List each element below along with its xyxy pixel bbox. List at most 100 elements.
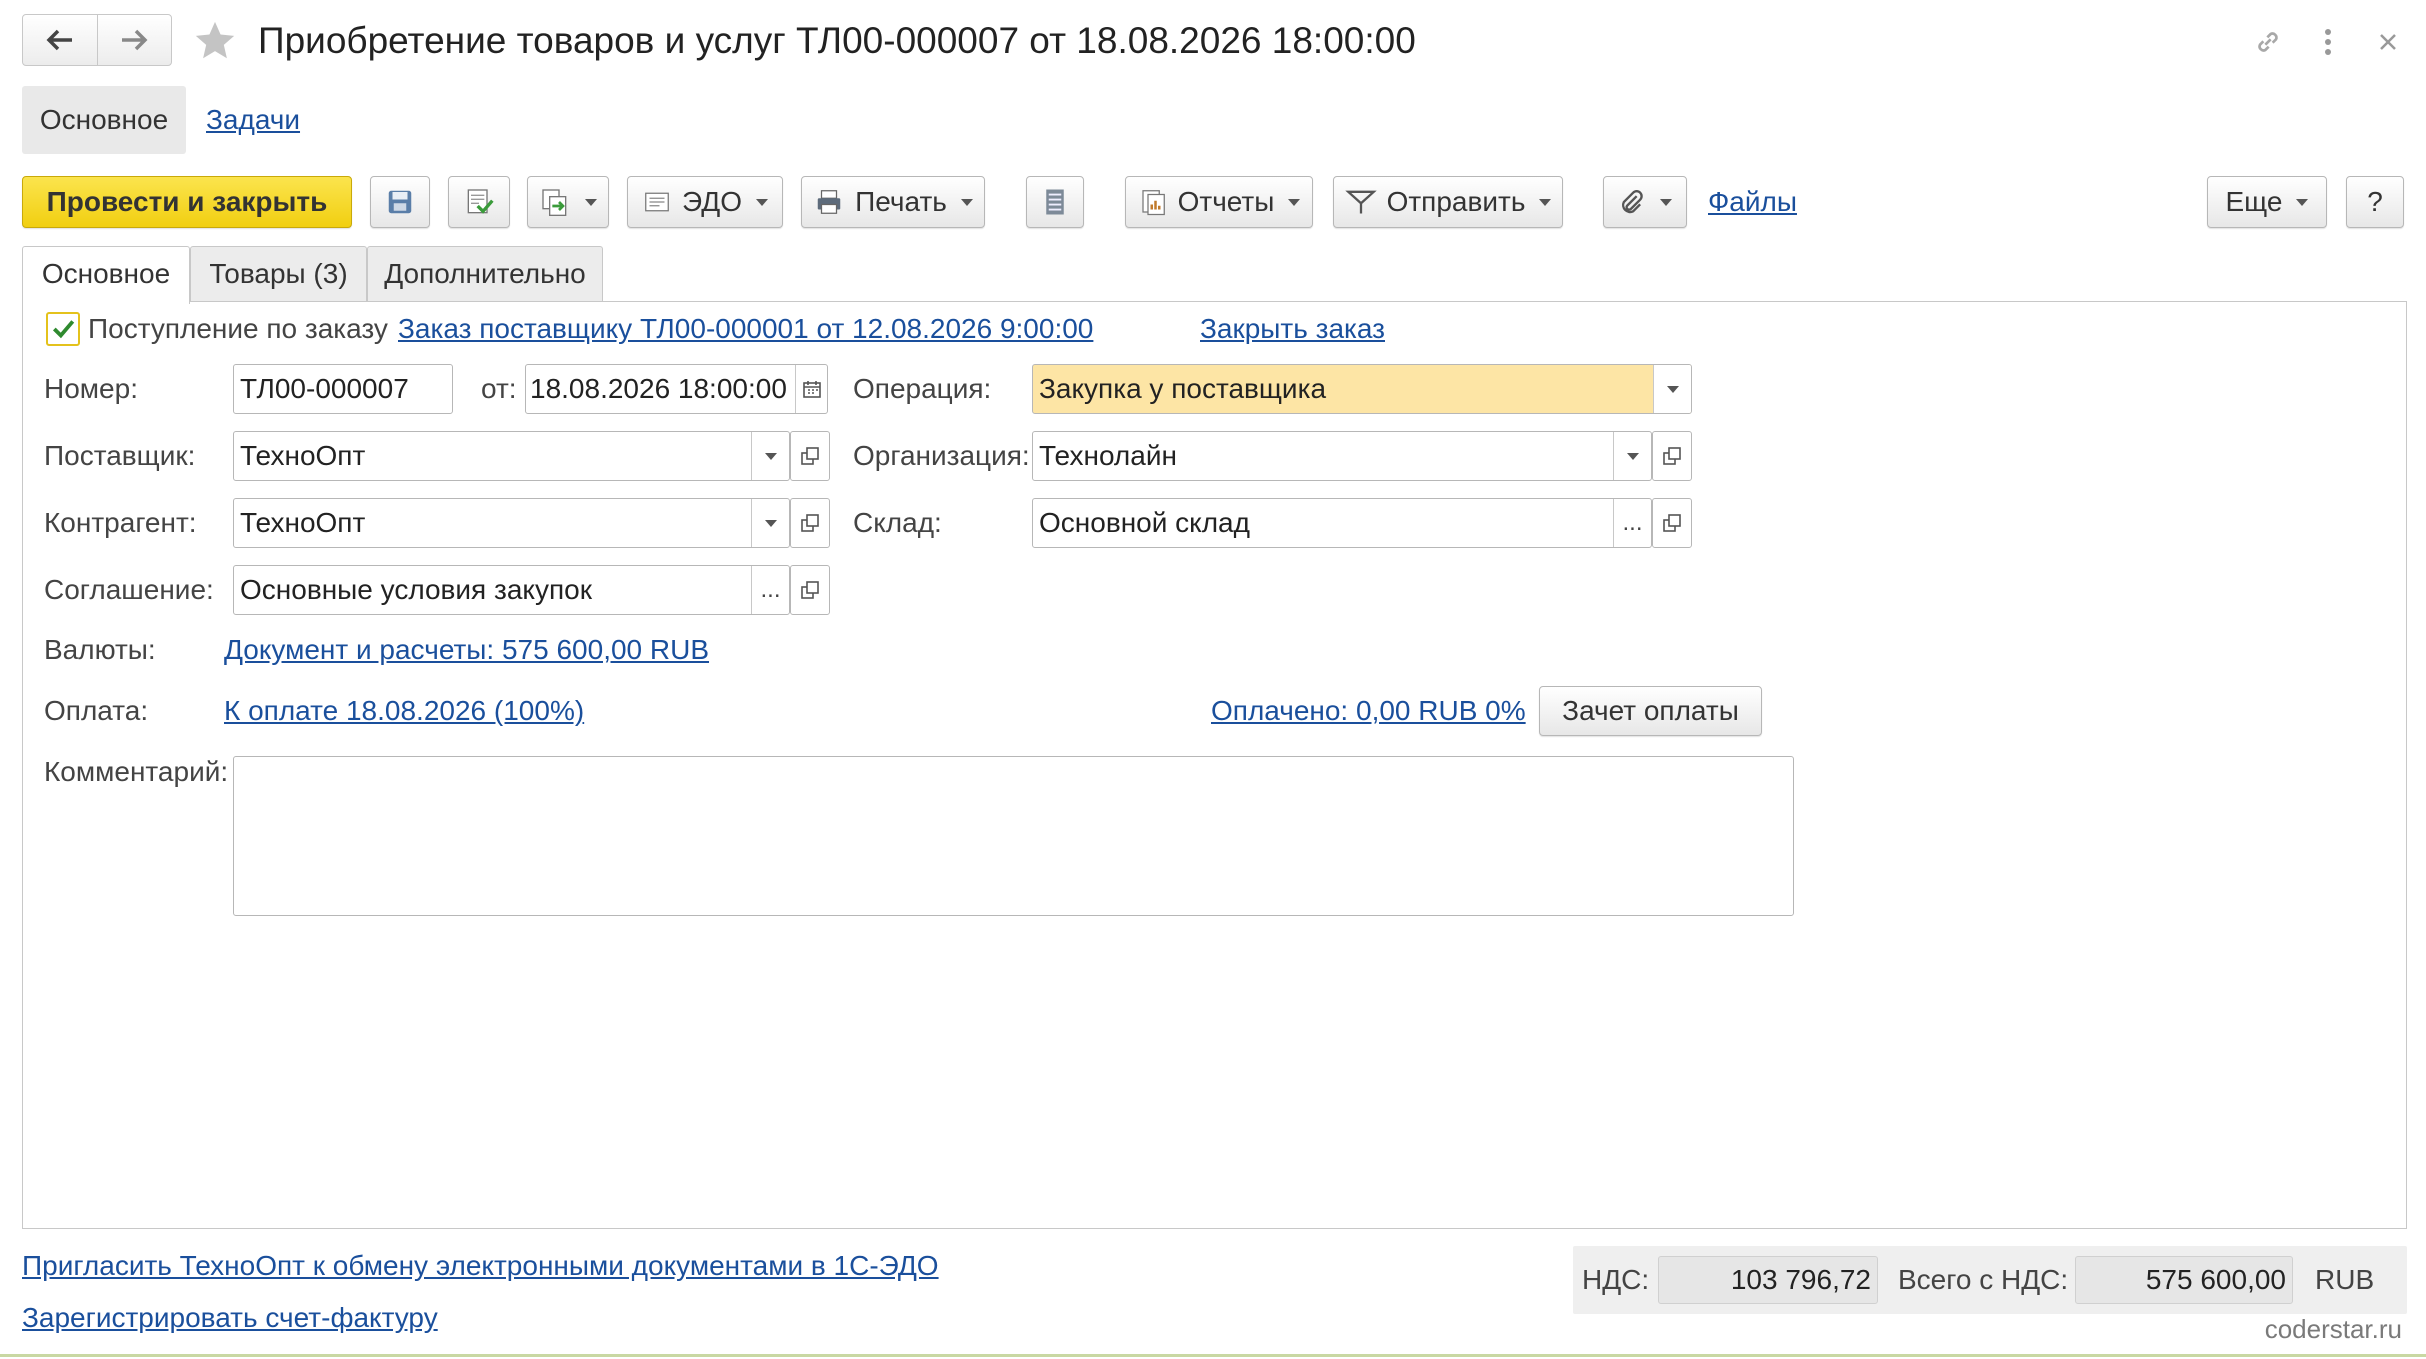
forward-arrow-icon (122, 29, 148, 51)
send-icon (1344, 190, 1377, 214)
close-order-link[interactable]: Закрыть заказ (1200, 312, 1385, 346)
supplier-field[interactable]: ТехноОпт (233, 431, 790, 481)
link-button[interactable] (2248, 22, 2288, 62)
operation-field[interactable]: Закупка у поставщика (1032, 364, 1692, 414)
comment-label: Комментарий: (44, 756, 229, 787)
send-label: Отправить (1386, 186, 1526, 217)
close-button[interactable] (2368, 22, 2408, 62)
dropdown-caret-icon (1539, 198, 1552, 206)
files-link[interactable]: Файлы (1708, 176, 1797, 228)
back-arrow-icon (46, 29, 72, 51)
supplier-order-link[interactable]: Заказ поставщику ТЛ00-000001 от 12.08.20… (398, 312, 1093, 346)
tab-main[interactable]: Основное (22, 246, 190, 304)
payment-link[interactable]: К оплате 18.08.2026 (100%) (224, 691, 584, 731)
currency-link[interactable]: Документ и расчеты: 575 600,00 RUB (224, 630, 709, 670)
supplier-label: Поставщик: (44, 440, 196, 471)
more-vertical-button[interactable] (2308, 22, 2348, 62)
section-main[interactable]: Основное (22, 86, 186, 154)
by-order-checkbox[interactable] (46, 312, 80, 346)
total-value: 575 600,00 (2075, 1256, 2293, 1304)
checkmark-icon (52, 320, 75, 339)
agreement-field[interactable]: Основные условия закупок ... (233, 565, 790, 615)
printer-icon (817, 190, 841, 214)
more-button[interactable]: Еще (2207, 176, 2327, 228)
register-invoice-link[interactable]: Зарегистрировать счет-фактуру (22, 1298, 438, 1338)
operation-dropdown-button[interactable] (1653, 365, 1691, 413)
warehouse-select-button[interactable]: ... (1613, 499, 1651, 547)
number-field[interactable]: ТЛ00-000007 (233, 364, 453, 414)
post-and-close-button[interactable]: Провести и закрыть (22, 176, 352, 228)
total-currency: RUB (2315, 1264, 2375, 1295)
organization-value: Технолайн (1039, 440, 1177, 471)
edo-icon (645, 192, 669, 212)
history-nav (22, 14, 172, 66)
supplier-dropdown-button[interactable] (751, 432, 789, 480)
paid-link[interactable]: Оплачено: 0,00 RUB 0% (1211, 691, 1526, 731)
supplier-value: ТехноОпт (240, 440, 366, 471)
organization-open-button[interactable] (1652, 431, 1692, 481)
close-icon (2380, 34, 2396, 50)
vat-value: 103 796,72 (1658, 1256, 1878, 1304)
operation-label: Операция: (853, 373, 992, 404)
create-based-on-button[interactable] (527, 176, 609, 228)
send-button[interactable]: Отправить (1333, 176, 1563, 228)
window-title: Приобретение товаров и услуг ТЛ00-000007… (258, 20, 1416, 61)
tab-additional[interactable]: Дополнительно (367, 246, 603, 302)
save-icon (388, 190, 412, 214)
agreement-open-button[interactable] (790, 565, 830, 615)
counterparty-open-button[interactable] (790, 498, 830, 548)
attachments-button[interactable] (1603, 176, 1687, 228)
edo-button[interactable]: ЭДО (627, 176, 783, 228)
agreement-select-button[interactable]: ... (751, 566, 789, 614)
warehouse-value: Основной склад (1039, 507, 1250, 538)
counterparty-label: Контрагент: (44, 507, 197, 538)
reports-button[interactable]: Отчеты (1125, 176, 1313, 228)
help-button[interactable]: ? (2346, 176, 2404, 228)
chevron-down-icon (1626, 452, 1639, 460)
warehouse-field[interactable]: Основной склад ... (1032, 498, 1652, 548)
journal-icon (1046, 189, 1064, 215)
dropdown-caret-icon (1288, 198, 1301, 206)
open-icon (1663, 447, 1681, 465)
number-value: ТЛ00-000007 (240, 373, 409, 404)
print-button[interactable]: Печать (801, 176, 985, 228)
back-button[interactable] (23, 15, 97, 65)
star-icon (195, 21, 235, 59)
open-icon (801, 447, 819, 465)
comment-textarea[interactable] (233, 756, 1794, 916)
reports-icon (1141, 190, 1165, 216)
forward-button[interactable] (96, 15, 172, 65)
invite-edo-link[interactable]: Пригласить ТехноОпт к обмену электронным… (22, 1246, 939, 1286)
counterparty-dropdown-button[interactable] (751, 499, 789, 547)
payment-offset-button[interactable]: Зачет оплаты (1539, 686, 1762, 736)
payment-label: Оплата: (44, 695, 149, 726)
open-icon (801, 581, 819, 599)
organization-field[interactable]: Технолайн (1032, 431, 1652, 481)
counterparty-field[interactable]: ТехноОпт (233, 498, 790, 548)
currency-label: Валюты: (44, 634, 156, 665)
number-label: Номер: (44, 373, 138, 404)
warehouse-label: Склад: (853, 507, 942, 538)
calendar-button[interactable] (795, 365, 827, 413)
section-tasks[interactable]: Задачи (206, 86, 300, 154)
print-label: Печать (855, 186, 947, 217)
organization-label: Организация: (853, 440, 1030, 471)
favorite-button[interactable] (188, 14, 242, 68)
warehouse-open-button[interactable] (1652, 498, 1692, 548)
date-field[interactable]: 18.08.2026 18:00:00 (525, 364, 828, 414)
edo-label: ЭДО (682, 186, 742, 217)
post-button[interactable] (448, 176, 510, 228)
save-button[interactable] (370, 176, 430, 228)
post-document-icon (467, 189, 494, 214)
open-icon (801, 514, 819, 532)
organization-dropdown-button[interactable] (1613, 432, 1651, 480)
tab-goods[interactable]: Товары (3) (190, 246, 367, 302)
journal-button[interactable] (1026, 176, 1084, 228)
calendar-icon (802, 381, 821, 398)
dropdown-caret-icon (2296, 198, 2309, 206)
total-label: Всего с НДС: (1898, 1264, 2069, 1295)
bottom-divider (0, 1354, 2426, 1357)
by-order-label: Поступление по заказу (88, 313, 388, 344)
supplier-open-button[interactable] (790, 431, 830, 481)
chevron-down-icon (764, 452, 777, 460)
